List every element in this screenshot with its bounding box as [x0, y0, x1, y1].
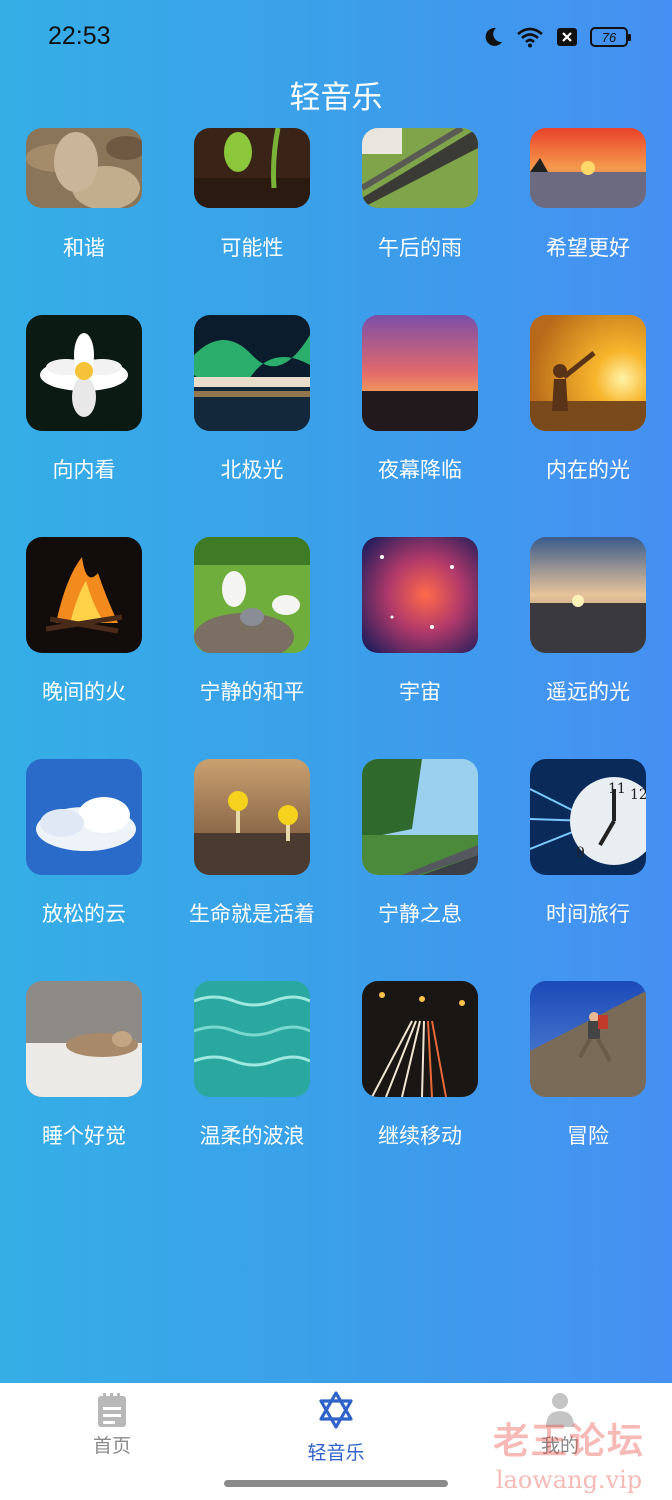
track-thumbnail[interactable]: [194, 315, 310, 431]
star-of-david-icon: [319, 1391, 353, 1429]
watermark-title: 老王论坛: [492, 1420, 645, 1462]
track-thumbnail[interactable]: [26, 315, 142, 431]
track-thumbnail[interactable]: [362, 981, 478, 1097]
status-icons: 76: [482, 26, 631, 48]
track-thumbnail[interactable]: [26, 537, 142, 653]
track-thumbnail[interactable]: [362, 759, 478, 875]
notification-x-icon: [557, 28, 577, 46]
track-label: 时间旅行: [546, 902, 630, 926]
track-label: 北极光: [220, 458, 284, 482]
track-label: 午后的雨: [378, 236, 462, 260]
svg-text:12: 12: [630, 787, 646, 803]
svg-text:9: 9: [576, 845, 585, 861]
track-thumbnail[interactable]: [194, 981, 310, 1097]
watermark-url: laowang.vip: [495, 1466, 643, 1494]
track-thumbnail[interactable]: [194, 537, 310, 653]
watermark-logo: 老王论坛 laowang.vip: [484, 1412, 654, 1494]
tab-home[interactable]: 首页: [0, 1383, 224, 1500]
tab-label: 首页: [92, 1435, 131, 1457]
svg-text:11: 11: [608, 781, 626, 797]
track-thumbnail[interactable]: [26, 981, 142, 1097]
track-label: 冒险: [567, 1124, 609, 1148]
track-label: 宁静的和平: [199, 680, 305, 704]
track-thumbnail[interactable]: [194, 128, 310, 208]
track-thumbnail[interactable]: [362, 315, 478, 431]
track-thumbnail[interactable]: [362, 128, 478, 208]
track-thumbnail[interactable]: [362, 537, 478, 653]
track-thumbnail[interactable]: [530, 315, 646, 431]
track-label: 和谐: [63, 236, 105, 260]
track-label: 生命就是活着: [189, 902, 315, 926]
battery-icon: 76: [590, 27, 631, 47]
track-thumbnail[interactable]: [26, 759, 142, 875]
track-thumbnail[interactable]: [530, 128, 646, 208]
track-label: 继续移动: [378, 1124, 462, 1148]
status-bar: 22:53 76: [0, 0, 672, 76]
track-label: 夜幕降临: [378, 458, 462, 482]
track-thumbnail[interactable]: [530, 537, 646, 653]
track-label: 向内看: [52, 458, 116, 482]
track-label: 内在的光: [546, 458, 630, 482]
track-label: 温柔的波浪: [199, 1124, 305, 1148]
track-label: 睡个好觉: [42, 1124, 126, 1148]
track-label: 可能性: [220, 236, 284, 260]
track-thumbnail[interactable]: [26, 128, 142, 208]
track-thumbnail[interactable]: [194, 759, 310, 875]
status-time: 22:53: [48, 22, 111, 50]
track-label: 晚间的火: [42, 680, 126, 704]
page-title: 轻音乐: [289, 80, 383, 116]
track-label: 希望更好: [546, 236, 630, 260]
track-label: 宇宙: [399, 680, 441, 704]
home-indicator[interactable]: [224, 1480, 448, 1487]
track-label: 宁静之息: [378, 902, 462, 926]
track-label: 遥远的光: [546, 680, 630, 704]
track-thumbnail[interactable]: [530, 981, 646, 1097]
document-icon: [98, 1393, 126, 1427]
track-thumbnail[interactable]: 11 12 9: [530, 759, 646, 875]
moon-icon: [485, 27, 502, 46]
track-label: 放松的云: [42, 902, 126, 926]
wifi-icon: [517, 27, 543, 48]
tab-label: 轻音乐: [307, 1442, 365, 1464]
